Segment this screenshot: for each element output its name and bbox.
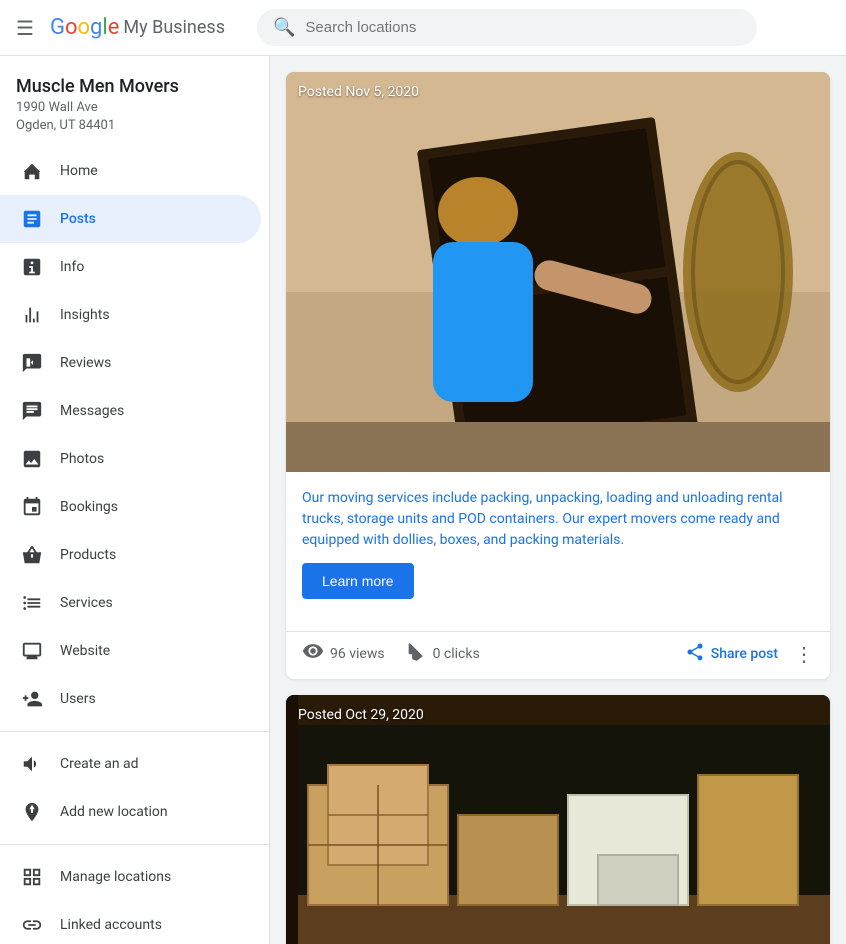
sidebar-item-bookings[interactable]: Bookings <box>0 483 261 531</box>
sidebar-item-home[interactable]: Home <box>0 147 261 195</box>
google-wordmark: Google <box>50 15 119 40</box>
create-ad-icon <box>20 752 44 776</box>
more-options-button-1[interactable]: ⋮ <box>794 642 814 666</box>
posts-icon <box>20 207 44 231</box>
main-content: Posted Nov 5, 2020 Our moving services i… <box>270 56 846 944</box>
logo: Google My Business <box>50 15 225 40</box>
post-card-1: Posted Nov 5, 2020 Our moving services i… <box>286 72 830 679</box>
eye-icon <box>302 640 324 667</box>
header: ☰ Google My Business 🔍 <box>0 0 846 56</box>
sidebar-item-create-ad[interactable]: Create an ad <box>0 740 261 788</box>
nav-divider-2 <box>0 844 269 845</box>
menu-icon[interactable]: ☰ <box>16 16 34 40</box>
sidebar-item-website[interactable]: Website <box>0 627 261 675</box>
business-info: Muscle Men Movers 1990 Wall Ave Ogden, U… <box>0 56 269 147</box>
search-input[interactable] <box>305 19 741 36</box>
clicks-count: 0 clicks <box>433 646 480 662</box>
sidebar-item-services[interactable]: Services <box>0 579 261 627</box>
sidebar-item-info[interactable]: Info <box>0 243 261 291</box>
cursor-icon <box>405 640 427 667</box>
mybusiness-wordmark: My Business <box>123 17 225 38</box>
clicks-stat: 0 clicks <box>405 640 480 667</box>
users-icon <box>20 687 44 711</box>
insights-icon <box>20 303 44 327</box>
views-stat: 96 views <box>302 640 385 667</box>
post-body-1: Our moving services include packing, unp… <box>286 472 830 627</box>
sidebar-item-photos[interactable]: Photos <box>0 435 261 483</box>
home-icon <box>20 159 44 183</box>
sidebar-item-posts[interactable]: Posts <box>0 195 261 243</box>
post-card-2: Posted Oct 29, 2020 <box>286 695 830 944</box>
sidebar-item-products[interactable]: Products <box>0 531 261 579</box>
website-icon <box>20 639 44 663</box>
nav-divider-1 <box>0 731 269 732</box>
share-post-button[interactable]: Share post <box>685 642 778 666</box>
info-icon <box>20 255 44 279</box>
photos-icon <box>20 447 44 471</box>
share-icon <box>685 642 705 666</box>
sidebar: Muscle Men Movers 1990 Wall Ave Ogden, U… <box>0 56 270 944</box>
sidebar-item-insights[interactable]: Insights <box>0 291 261 339</box>
post-text-1: Our moving services include packing, unp… <box>302 488 814 551</box>
post-image-1: Posted Nov 5, 2020 <box>286 72 830 472</box>
messages-icon <box>20 399 44 423</box>
post-image-2-container: Posted Oct 29, 2020 <box>286 695 830 944</box>
search-icon: 🔍 <box>273 17 295 38</box>
post-date-2: Posted Oct 29, 2020 <box>298 707 424 723</box>
views-count: 96 views <box>330 646 385 662</box>
post-date-1: Posted Nov 5, 2020 <box>298 84 419 100</box>
sidebar-item-add-location[interactable]: Add new location <box>0 788 261 836</box>
sidebar-item-users[interactable]: Users <box>0 675 261 723</box>
post-stats-1: 96 views 0 clicks Share post ⋮ <box>286 631 830 679</box>
bookings-icon <box>20 495 44 519</box>
sidebar-item-manage-locations[interactable]: Manage locations <box>0 853 261 901</box>
reviews-icon <box>20 351 44 375</box>
sidebar-item-messages[interactable]: Messages <box>0 387 261 435</box>
manage-locations-icon <box>20 865 44 889</box>
business-address: 1990 Wall Ave Ogden, UT 84401 <box>16 99 253 135</box>
linked-accounts-icon <box>20 913 44 937</box>
learn-more-button[interactable]: Learn more <box>302 563 414 599</box>
add-location-icon <box>20 800 44 824</box>
business-name: Muscle Men Movers <box>16 76 253 97</box>
body-wrap: Muscle Men Movers 1990 Wall Ave Ogden, U… <box>0 56 846 944</box>
products-icon <box>20 543 44 567</box>
search-bar[interactable]: 🔍 <box>257 9 757 46</box>
sidebar-item-reviews[interactable]: Reviews <box>0 339 261 387</box>
sidebar-item-linked-accounts[interactable]: Linked accounts <box>0 901 261 944</box>
services-icon <box>20 591 44 615</box>
